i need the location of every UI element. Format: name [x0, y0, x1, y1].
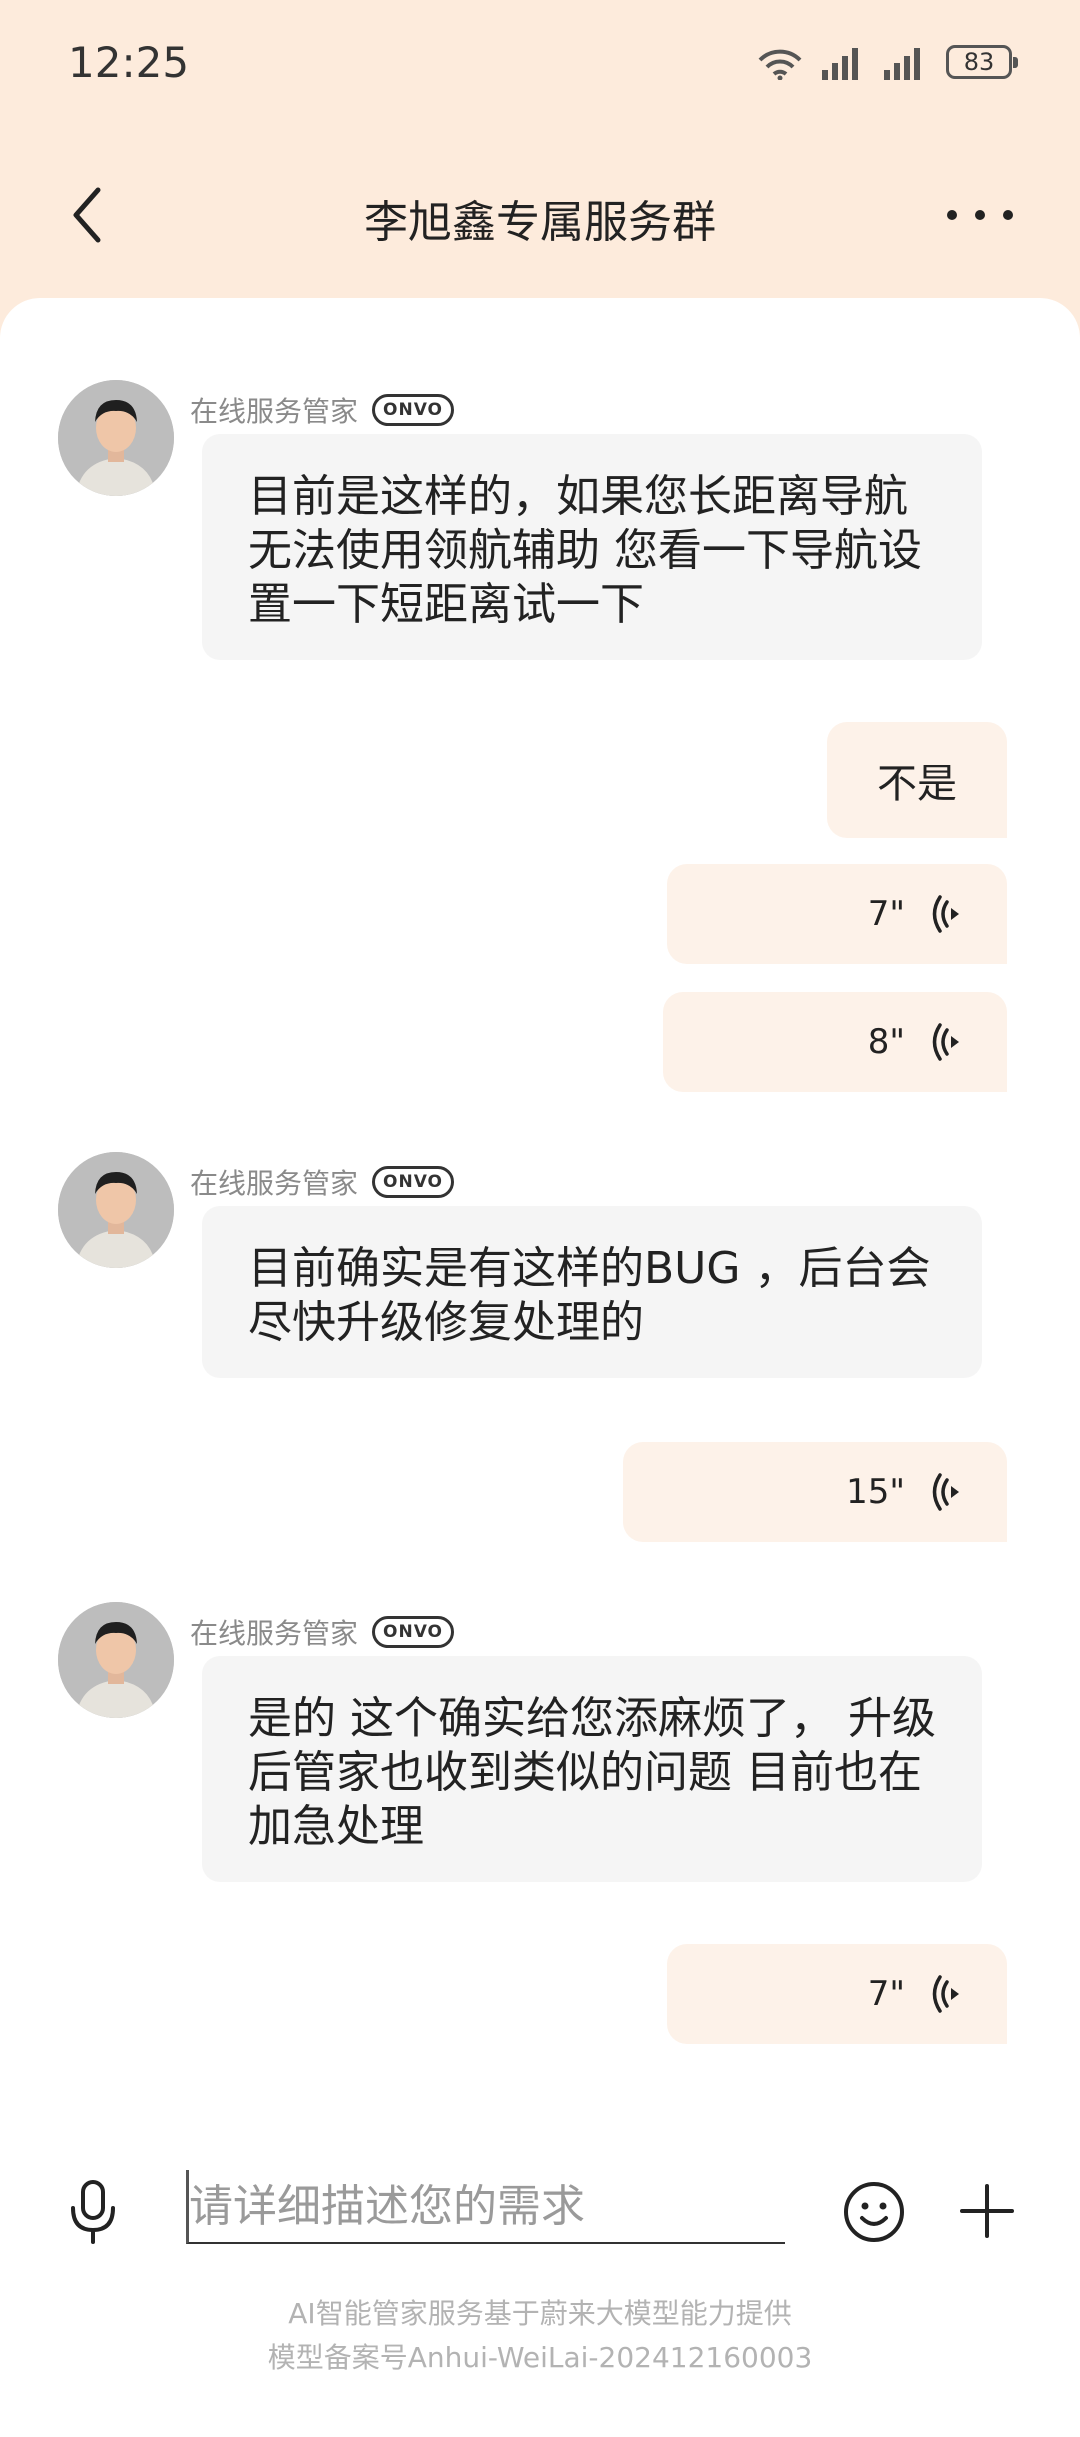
- voice-wave-icon: [932, 1023, 959, 1061]
- disclaimer-line: AI智能管家服务基于蔚来大模型能力提供: [288, 2297, 792, 2330]
- brand-badge: ONVO: [372, 394, 455, 426]
- voice-duration: 7": [867, 1974, 905, 2014]
- sender-name: 在线服务管家: [190, 1167, 359, 1200]
- status-icons: 83: [756, 44, 1018, 80]
- chat-panel: 在线服务管家 ONVO 目前是这样的，如果您长距离导航无法使用领航辅助 您看一下…: [0, 298, 1080, 2437]
- avatar[interactable]: [58, 1152, 174, 1268]
- battery-indicator: 83: [946, 45, 1018, 79]
- message-text: 不是: [877, 761, 957, 807]
- signal-icon: [884, 48, 920, 80]
- voice-wave-icon: [932, 895, 959, 933]
- message-bubble-outgoing[interactable]: 不是: [827, 722, 1007, 838]
- avatar[interactable]: [58, 380, 174, 496]
- plus-icon[interactable]: [958, 2182, 1016, 2240]
- sender-label: 在线服务管家 ONVO: [190, 1162, 455, 1202]
- voice-message[interactable]: 8": [663, 992, 1007, 1092]
- status-bar: 12:25 83: [0, 0, 1080, 130]
- message-bubble[interactable]: 目前确实是有这样的BUG ，后台会尽快升级修复处理的: [202, 1206, 982, 1378]
- mic-icon[interactable]: [66, 2180, 120, 2246]
- voice-message[interactable]: 7": [667, 1944, 1007, 2044]
- message-input[interactable]: [186, 2170, 785, 2244]
- voice-duration: 15": [846, 1472, 905, 1512]
- sender-label: 在线服务管家 ONVO: [190, 1612, 455, 1652]
- sender-label: 在线服务管家 ONVO: [190, 390, 455, 430]
- sender-name: 在线服务管家: [190, 1617, 359, 1650]
- voice-duration: 8": [867, 1022, 905, 1062]
- avatar[interactable]: [58, 1602, 174, 1718]
- model-disclaimer: AI智能管家服务基于蔚来大模型能力提供 模型备案号Anhui-WeiLai-20…: [0, 2292, 1080, 2380]
- input-bar: [0, 2130, 1080, 2280]
- message-bubble[interactable]: 目前是这样的，如果您长距离导航无法使用领航辅助 您看一下导航设置一下短距离试一下: [202, 434, 982, 660]
- status-time: 12:25: [68, 38, 190, 87]
- nav-bar: 李旭鑫专属服务群: [0, 150, 1080, 280]
- brand-badge: ONVO: [372, 1166, 455, 1198]
- brand-badge: ONVO: [372, 1616, 455, 1648]
- voice-message[interactable]: 15": [623, 1442, 1007, 1542]
- disclaimer-line: 模型备案号Anhui-WeiLai-202412160003: [267, 2341, 813, 2374]
- message-bubble[interactable]: 是的 这个确实给您添麻烦了， 升级后管家也收到类似的问题 目前也在加急处理: [202, 1656, 982, 1882]
- voice-message[interactable]: 7": [667, 864, 1007, 964]
- voice-wave-icon: [932, 1975, 959, 2013]
- voice-wave-icon: [932, 1473, 959, 1511]
- emoji-icon[interactable]: [842, 2180, 906, 2244]
- voice-duration: 7": [867, 894, 905, 934]
- more-icon[interactable]: [940, 180, 1020, 250]
- wifi-icon: [758, 49, 802, 80]
- page-title: 李旭鑫专属服务群: [364, 197, 716, 248]
- signal-icon: [822, 48, 858, 80]
- sender-name: 在线服务管家: [190, 395, 359, 428]
